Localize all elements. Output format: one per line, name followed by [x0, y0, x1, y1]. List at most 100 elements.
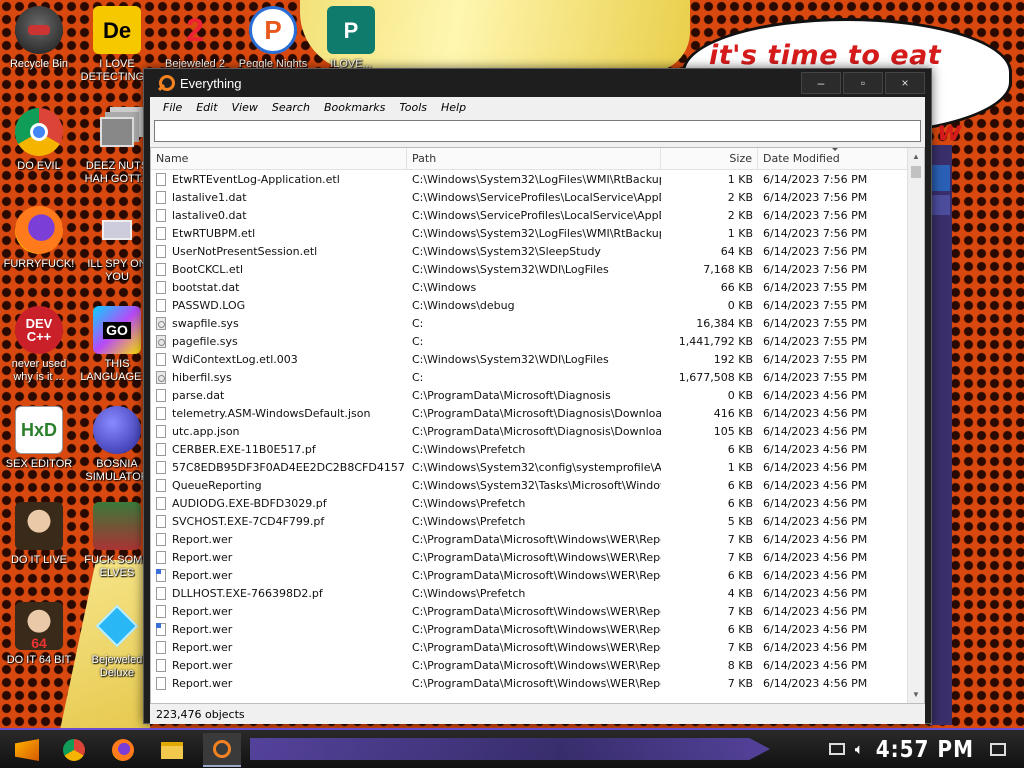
- table-row[interactable]: Report.wer C:\ProgramData\Microsoft\Windo…: [151, 548, 908, 566]
- table-row[interactable]: CERBER.EXE-11B0E517.pf C:\Windows\Prefetc…: [151, 440, 908, 458]
- table-row[interactable]: DLLHOST.EXE-766398D2.pf C:\Windows\Prefet…: [151, 584, 908, 602]
- file-icon: [156, 586, 166, 600]
- table-row[interactable]: EtwRTUBPM.etl C:\Windows\System32\LogFile…: [151, 224, 908, 242]
- table-row[interactable]: bootstat.dat C:\Windows 66 KB 6/14/2023 7:5…: [151, 278, 908, 296]
- cell-date-modified: 6/14/2023 4:56 PM: [763, 388, 868, 402]
- file-name: Report.wer: [172, 550, 233, 564]
- table-row[interactable]: pagefile.sys C: 1,441,792 KB 6/14/2023 7:55…: [151, 332, 908, 350]
- scroll-down-icon[interactable]: ▼: [908, 686, 924, 703]
- table-row[interactable]: lastalive0.dat C:\Windows\ServiceProfiles…: [151, 206, 908, 224]
- taskbar-everything[interactable]: [203, 733, 241, 767]
- cell-size: 7 KB: [727, 532, 753, 546]
- table-row[interactable]: SVCHOST.EXE-7CD4F799.pf C:\Windows\Prefet…: [151, 512, 908, 530]
- table-row[interactable]: Report.wer C:\ProgramData\Microsoft\Windo…: [151, 638, 908, 656]
- table-row[interactable]: Report.wer C:\ProgramData\Microsoft\Windo…: [151, 566, 908, 584]
- table-row[interactable]: Report.wer C:\ProgramData\Microsoft\Windo…: [151, 656, 908, 674]
- desktop-icon-do-it-64-bit[interactable]: 64 DO IT 64 BIT: [1, 602, 77, 667]
- desktop-icon-never-used[interactable]: DEV C++ never used why is it ...: [1, 306, 77, 384]
- desktop-icon-ilove[interactable]: P ILOVE...: [313, 6, 389, 71]
- table-row[interactable]: 57C8EDB95DF3F0AD4EE2DC2B8CFD4157 C:\Windo…: [151, 458, 908, 476]
- menu-help[interactable]: Help: [434, 101, 473, 114]
- maximize-button[interactable]: ▫: [843, 72, 883, 94]
- cell-path: C:: [412, 370, 424, 384]
- cell-path: C:\Windows\System32\LogFiles\WMI\RtBacku…: [412, 172, 661, 186]
- menu-bookmarks[interactable]: Bookmarks: [317, 101, 392, 114]
- desktop-icon-peggle-nights[interactable]: P Peggle Nights: [235, 6, 311, 71]
- cell-size: 7 KB: [727, 550, 753, 564]
- table-row[interactable]: WdiContextLog.etl.003 C:\Windows\System32…: [151, 350, 908, 368]
- file-name: Report.wer: [172, 640, 233, 654]
- cell-date-modified: 6/14/2023 4:56 PM: [763, 478, 868, 492]
- table-row[interactable]: lastalive1.dat C:\Windows\ServiceProfiles…: [151, 188, 908, 206]
- table-row[interactable]: Report.wer C:\ProgramData\Microsoft\Windo…: [151, 674, 908, 692]
- file-icon: [156, 676, 166, 690]
- close-button[interactable]: ×: [885, 72, 925, 94]
- cell-path: C:\Windows\ServiceProfiles\LocalService\…: [412, 208, 661, 222]
- menu-search[interactable]: Search: [265, 101, 317, 114]
- cell-path: C:\Windows\System32\LogFiles\WMI\RtBacku…: [412, 226, 661, 240]
- taskbar-clock[interactable]: 4:57 PM: [876, 735, 974, 763]
- cell-name: telemetry.ASM-WindowsDefault.json: [151, 406, 407, 420]
- file-icon: [156, 658, 166, 672]
- scroll-up-icon[interactable]: ▲: [908, 148, 924, 165]
- cell-path: C:\ProgramData\Microsoft\Windows\WER\Rep…: [412, 604, 661, 618]
- desktop-icon-bejeweled-2[interactable]: 2 Bejeweled 2: [157, 6, 233, 71]
- column-header-date-modified[interactable]: Date Modified: [758, 148, 908, 169]
- desktop-icon-do-evil[interactable]: DO EVIL: [1, 108, 77, 173]
- minimize-button[interactable]: –: [801, 72, 841, 94]
- window-titlebar[interactable]: Everything – ▫ ×: [144, 69, 931, 97]
- table-row[interactable]: EtwRTEventLog-Application.etl C:\Windows\…: [151, 170, 908, 188]
- table-row[interactable]: BootCKCL.etl C:\Windows\System32\WDI\LogF…: [151, 260, 908, 278]
- publisher-icon: P: [327, 6, 375, 54]
- menu-edit[interactable]: Edit: [189, 101, 224, 114]
- table-row[interactable]: Report.wer C:\ProgramData\Microsoft\Windo…: [151, 530, 908, 548]
- file-icon: [156, 622, 166, 636]
- table-row[interactable]: QueueReporting C:\Windows\System32\Tasks\…: [151, 476, 908, 494]
- results-list[interactable]: Name Path Size Date Modified EtwRTEventL…: [150, 147, 925, 704]
- start-button[interactable]: [8, 733, 46, 767]
- desktop-icon-sex-editor[interactable]: HxD SEX EDITOR: [1, 406, 77, 471]
- network-icon[interactable]: [828, 743, 845, 755]
- desktop-icon-furryfuck[interactable]: FURRYFUCK!: [1, 206, 77, 271]
- table-row[interactable]: Report.wer C:\ProgramData\Microsoft\Windo…: [151, 620, 908, 638]
- volume-icon[interactable]: 🔈︎: [855, 741, 864, 758]
- notification-icon[interactable]: [990, 742, 1006, 756]
- table-row[interactable]: swapfile.sys C: 16,384 KB 6/14/2023 7:55 PM: [151, 314, 908, 332]
- cell-path: C:\ProgramData\Microsoft\Windows\WER\Rep…: [412, 640, 661, 654]
- file-icon: [156, 460, 166, 474]
- column-header-path[interactable]: Path: [407, 148, 661, 169]
- taskbar-chrome[interactable]: [55, 733, 93, 767]
- cell-name: Report.wer: [151, 676, 407, 690]
- desktop-icon-do-it-live[interactable]: DO IT LIVE: [1, 502, 77, 567]
- vertical-scrollbar[interactable]: ▲ ▼: [907, 148, 924, 703]
- file-icon: [156, 190, 166, 204]
- table-row[interactable]: utc.app.json C:\ProgramData\Microsoft\Dia…: [151, 422, 908, 440]
- scroll-thumb[interactable]: [911, 166, 921, 178]
- table-row[interactable]: PASSWD.LOG C:\Windows\debug 0 KB 6/14/2023 …: [151, 296, 908, 314]
- table-row[interactable]: parse.dat C:\ProgramData\Microsoft\Diagno…: [151, 386, 908, 404]
- column-header-name[interactable]: Name: [151, 148, 407, 169]
- menu-tools[interactable]: Tools: [392, 101, 434, 114]
- table-row[interactable]: telemetry.ASM-WindowsDefault.json C:\Prog…: [151, 404, 908, 422]
- table-row[interactable]: hiberfil.sys C: 1,677,508 KB 6/14/2023 7:55…: [151, 368, 908, 386]
- cell-date-modified: 6/14/2023 7:56 PM: [763, 244, 868, 258]
- file-icon: [156, 226, 166, 240]
- table-row[interactable]: UserNotPresentSession.etl C:\Windows\Syst…: [151, 242, 908, 260]
- cell-date-modified: 6/14/2023 7:56 PM: [763, 172, 868, 186]
- menu-file[interactable]: File: [156, 101, 189, 114]
- cell-name: bootstat.dat: [151, 280, 407, 294]
- desktop-icon-recycle-bin[interactable]: Recycle Bin: [1, 6, 77, 71]
- table-row[interactable]: Report.wer C:\ProgramData\Microsoft\Windo…: [151, 602, 908, 620]
- everything-window[interactable]: Everything – ▫ × File Edit View Search B…: [143, 68, 932, 724]
- cell-size: 0 KB: [727, 298, 753, 312]
- taskbar-firefox[interactable]: [104, 733, 142, 767]
- table-row[interactable]: AUDIODG.EXE-BDFD3029.pf C:\Windows\Prefet…: [151, 494, 908, 512]
- cell-date-modified: 6/14/2023 4:56 PM: [763, 622, 868, 636]
- search-input[interactable]: [154, 120, 921, 142]
- column-header-size[interactable]: Size: [661, 148, 758, 169]
- cell-name: CERBER.EXE-11B0E517.pf: [151, 442, 407, 456]
- menu-view[interactable]: View: [225, 101, 265, 114]
- goland-icon: GO: [93, 306, 141, 354]
- cell-name: Report.wer: [151, 604, 407, 618]
- taskbar-file-explorer[interactable]: [153, 733, 191, 767]
